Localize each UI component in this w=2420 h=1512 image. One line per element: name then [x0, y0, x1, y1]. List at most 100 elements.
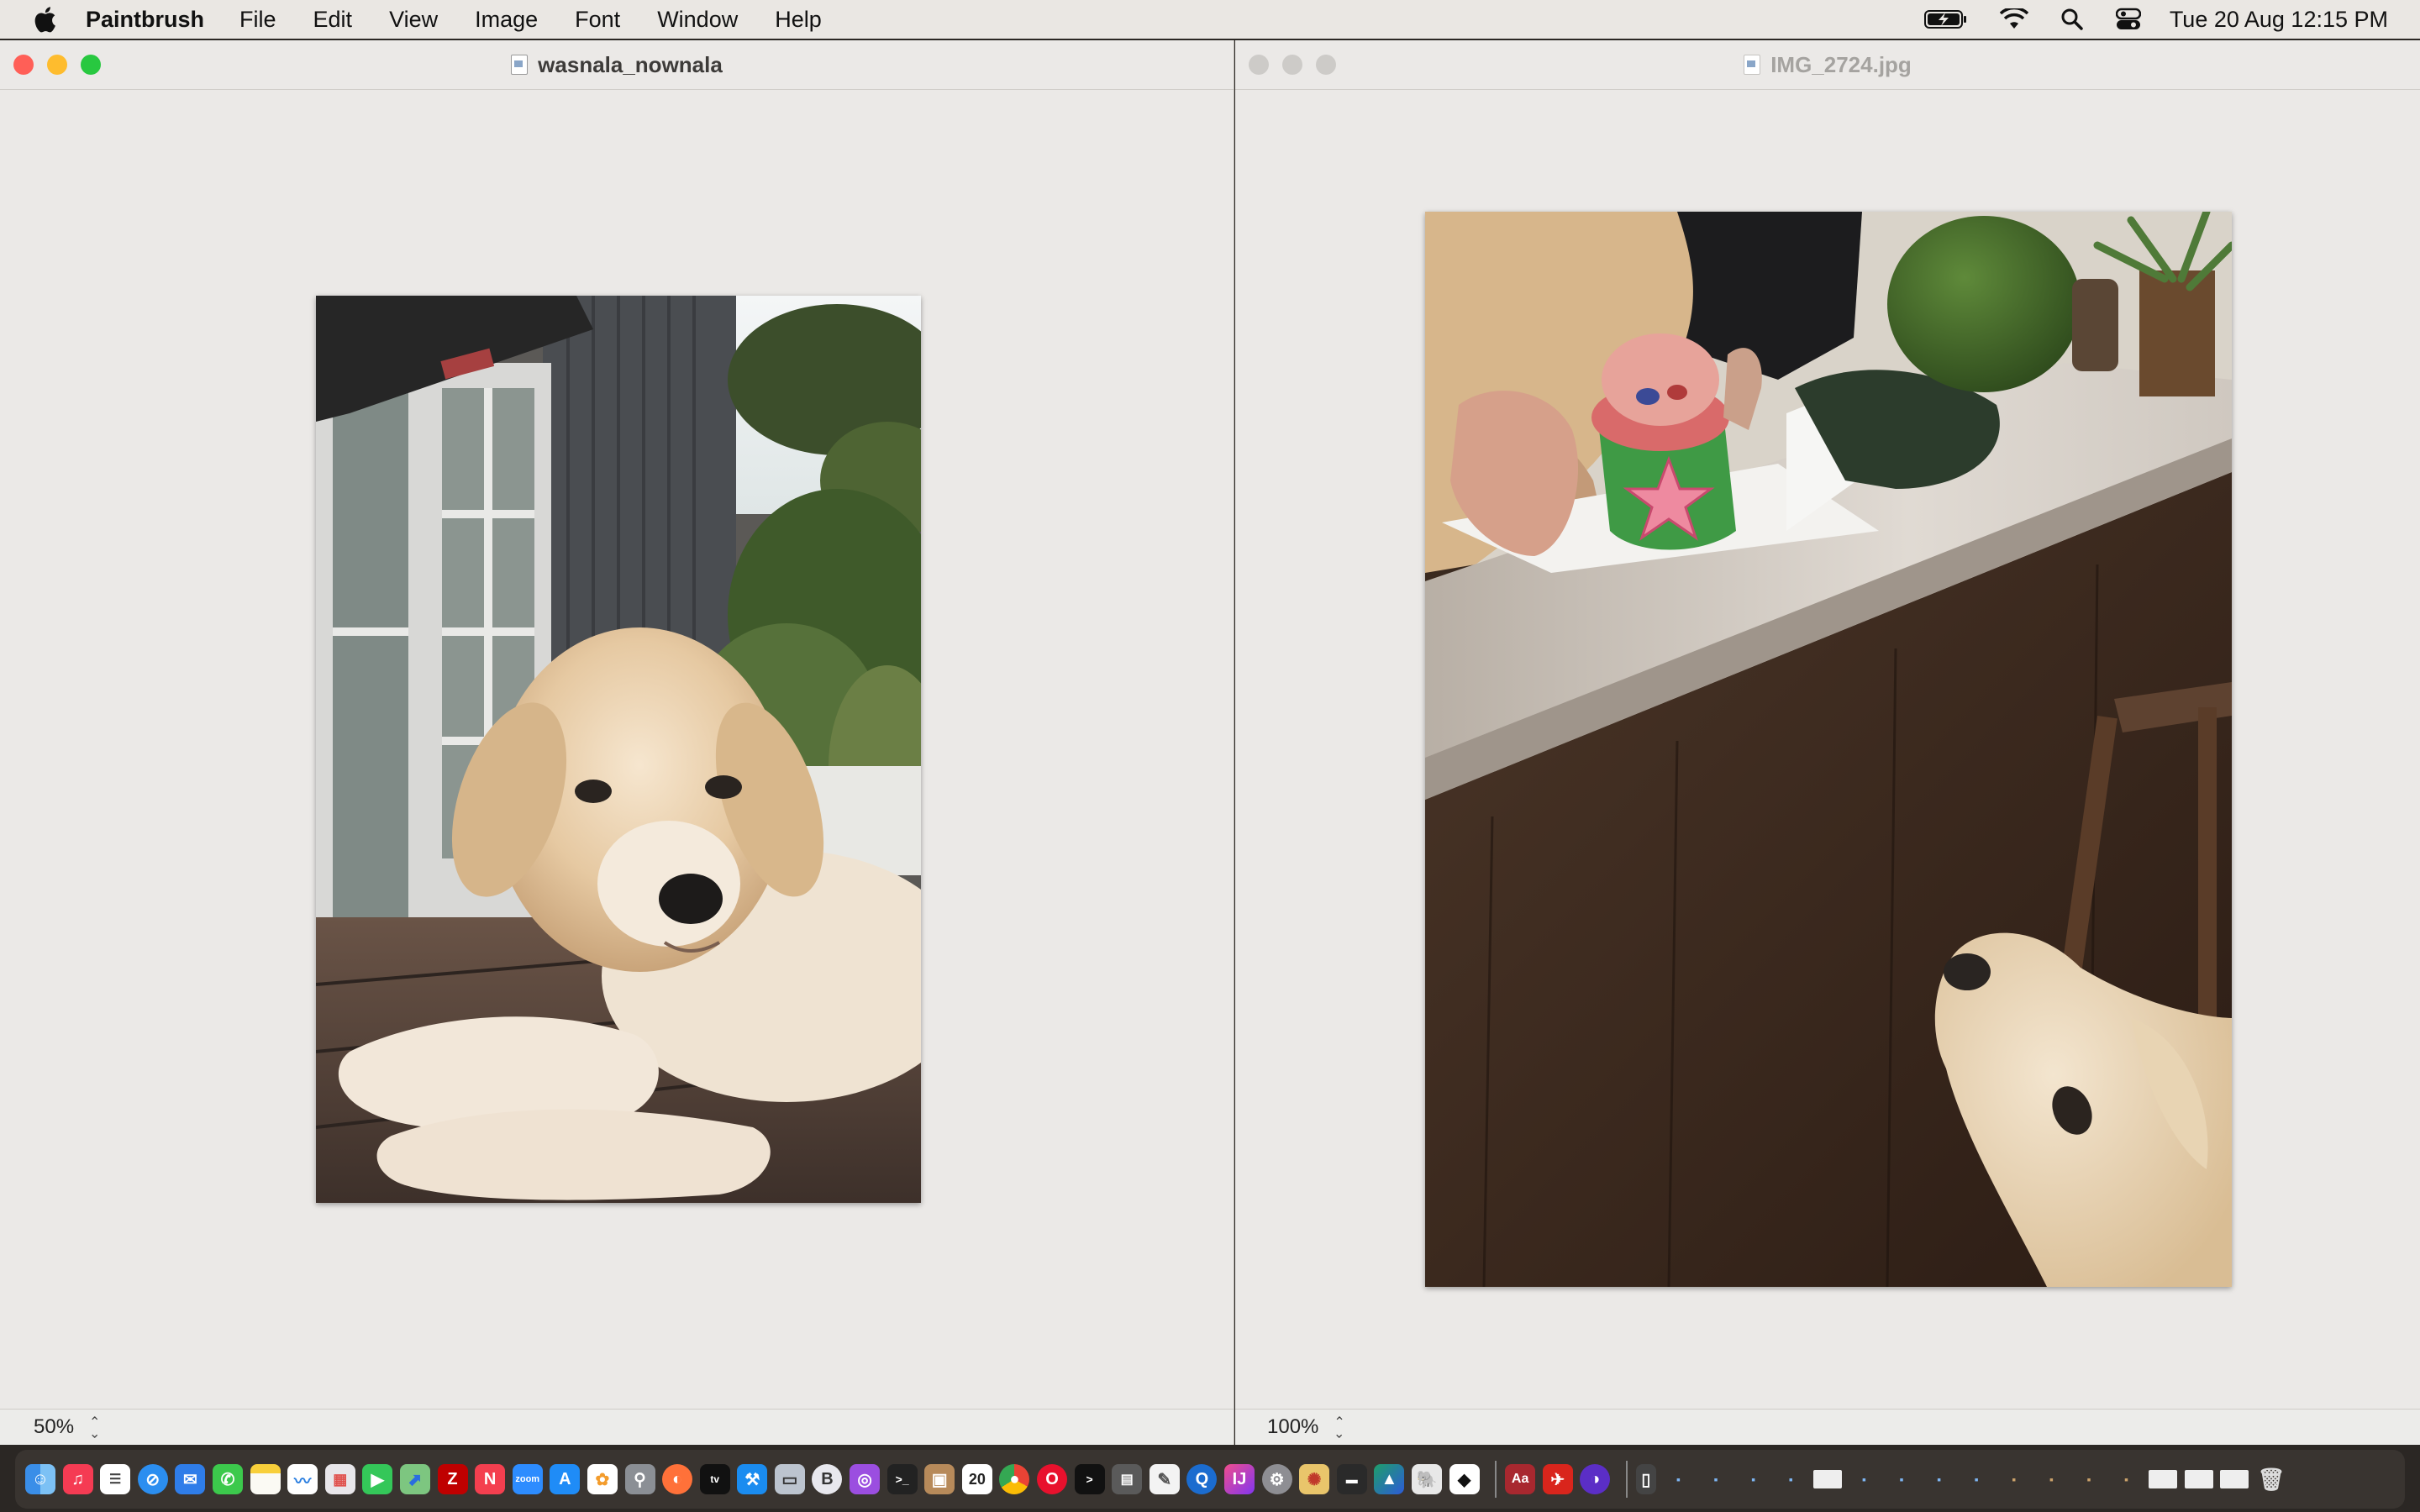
system-settings-icon[interactable]: ⚙ [1261, 1464, 1292, 1494]
minimized-window-icon[interactable]: ▪ [2036, 1464, 2066, 1494]
filezilla-icon[interactable]: Z [437, 1464, 468, 1494]
minimized-window-icon[interactable]: ▪ [1776, 1464, 1806, 1494]
maps-icon[interactable]: ⬈ [399, 1464, 430, 1494]
photos-icon[interactable]: ✿ [587, 1464, 618, 1494]
golden-retriever-puppy-photo[interactable] [316, 296, 921, 1203]
zoom-button[interactable] [81, 55, 101, 75]
notes-icon[interactable] [250, 1464, 281, 1494]
menu-edit[interactable]: Edit [313, 7, 353, 33]
inkscape-icon[interactable]: ◆ [1449, 1464, 1480, 1494]
minimized-window-icon[interactable]: ▪ [1739, 1464, 1769, 1494]
minimize-button[interactable] [1282, 55, 1302, 75]
menu-app-name[interactable]: Paintbrush [86, 7, 204, 33]
menu-image[interactable]: Image [475, 7, 538, 33]
minimize-button[interactable] [47, 55, 67, 75]
window-controls [13, 55, 101, 75]
news-icon[interactable]: N [475, 1464, 506, 1494]
zoom-button[interactable] [1316, 55, 1336, 75]
dictionary-icon[interactable]: Aa [1505, 1464, 1536, 1494]
menubar-clock[interactable]: Tue 20 Aug 12:15 PM [2170, 7, 2388, 33]
control-center-icon[interactable] [2115, 8, 2141, 31]
status-bar: 50% ⌃ ⌃ [0, 1409, 1234, 1445]
xcode-icon[interactable]: ⚒ [737, 1464, 768, 1494]
document-icon [1744, 55, 1761, 75]
image-canvas[interactable] [1235, 90, 2420, 1410]
stepper-icon: ⌃ ⌃ [1334, 1415, 1345, 1440]
app-store-icon[interactable]: A [550, 1464, 581, 1494]
menu-view[interactable]: View [389, 7, 438, 33]
mail-icon[interactable]: ✉ [175, 1464, 206, 1494]
zoom-value: 100% [1267, 1415, 1319, 1438]
window-title: wasnala_nownala [538, 51, 723, 77]
menu-font[interactable]: Font [575, 7, 620, 33]
close-button[interactable] [13, 55, 34, 75]
battery-charging-icon[interactable] [1923, 9, 1968, 29]
reminders-icon[interactable]: ☰ [100, 1464, 131, 1494]
bbedit-icon[interactable]: B [812, 1464, 843, 1494]
finder-icon[interactable]: ☺ [25, 1464, 55, 1494]
image-capture-icon[interactable]: ▭ [774, 1464, 805, 1494]
affinity-icon[interactable]: ▲ [1374, 1464, 1405, 1494]
messages-icon[interactable]: ✆ [212, 1464, 243, 1494]
spotlight-search-icon[interactable] [2060, 8, 2084, 31]
window-titlebar[interactable]: wasnala_nownala [0, 40, 1234, 90]
window-controls [1249, 55, 1336, 75]
zoom-icon[interactable]: zoom [512, 1464, 543, 1494]
wifi-icon[interactable] [1999, 8, 2028, 30]
menu-help[interactable]: Help [775, 7, 822, 33]
minimized-window-icon[interactable] [2184, 1470, 2213, 1488]
paintbrush-icon[interactable]: ✺ [1299, 1464, 1330, 1494]
freeform-icon[interactable]: 〰 [287, 1464, 318, 1494]
firefox-icon[interactable]: ◐ [662, 1464, 693, 1494]
minimized-window-icon[interactable] [2220, 1470, 2249, 1488]
menu-file[interactable]: File [239, 7, 276, 33]
calendar-icon[interactable]: 20 [961, 1464, 992, 1494]
minimized-window-icon[interactable] [2149, 1470, 2178, 1488]
zoom-selector[interactable]: 100% ⌃ ⌃ [1267, 1415, 1345, 1439]
minimized-window-icon[interactable]: ▪ [2112, 1464, 2142, 1494]
minimized-window-icon[interactable] [1812, 1470, 1842, 1488]
opera-icon[interactable]: O [1037, 1464, 1068, 1494]
trash-icon[interactable]: 🗑 [2256, 1464, 2286, 1494]
intellij-icon[interactable]: IJ [1224, 1464, 1255, 1494]
minimized-window-icon[interactable]: ▪ [1701, 1464, 1731, 1494]
launchpad-icon[interactable]: ▦ [324, 1464, 355, 1494]
minimized-window-icon[interactable]: ▪ [1961, 1464, 1991, 1494]
document-icon [511, 55, 529, 75]
window-titlebar[interactable]: IMG_2724.jpg [1235, 40, 2420, 90]
quicktime-icon[interactable]: Q [1186, 1464, 1218, 1494]
terminal-dark-icon[interactable]: > [1074, 1464, 1105, 1494]
apple-menu-icon[interactable] [32, 5, 57, 34]
zoom-selector[interactable]: 50% ⌃ ⌃ [34, 1415, 100, 1439]
status-bar: 100% ⌃ ⌃ [1235, 1409, 2420, 1445]
minimized-window-icon[interactable]: ▪ [1664, 1464, 1694, 1494]
music-icon[interactable]: ♫ [62, 1464, 93, 1494]
close-button[interactable] [1249, 55, 1269, 75]
podcasts-icon[interactable]: ◎ [850, 1464, 881, 1494]
textedit-icon[interactable]: ✎ [1149, 1464, 1180, 1494]
minimized-window-icon[interactable]: ▪ [1924, 1464, 1954, 1494]
firefox-nightly-icon[interactable]: ◑ [1580, 1464, 1611, 1494]
terminal-icon[interactable]: >_ [886, 1464, 918, 1494]
chrome-icon[interactable]: ● [999, 1464, 1030, 1494]
kitchen-counter-cake-dog-photo[interactable] [1425, 212, 2232, 1287]
minimized-window-icon[interactable]: ▪ [1849, 1464, 1880, 1494]
minimized-window-icon[interactable]: ▪ [1886, 1464, 1917, 1494]
safari-icon[interactable]: ⊘ [137, 1464, 168, 1494]
dock: ☺ ♫ ☰ ⊘ ✉ ✆ 〰 ▦ ▶ ⬈ Z N zoom A ✿ ⚲ ◐ tv … [15, 1450, 2405, 1509]
facetime-icon[interactable]: ▶ [362, 1464, 393, 1494]
minimized-window-icon[interactable]: ▪ [2074, 1464, 2104, 1494]
mastodon-icon[interactable]: 🐘 [1411, 1464, 1442, 1494]
image-canvas[interactable] [0, 90, 1234, 1410]
minimized-window-icon[interactable]: ▪ [1999, 1464, 2029, 1494]
apple-tv-icon[interactable]: tv [699, 1464, 730, 1494]
console-icon[interactable]: ▬ [1336, 1464, 1367, 1494]
preview-icon[interactable]: ⚲ [624, 1464, 655, 1494]
contacts-icon[interactable]: ▣ [924, 1464, 955, 1494]
calculator-icon[interactable]: ▤ [1112, 1464, 1143, 1494]
acrobat-icon[interactable]: ✈ [1542, 1464, 1573, 1494]
iphone-mirroring-icon[interactable]: ▯ [1635, 1464, 1656, 1494]
menu-bar: Paintbrush File Edit View Image Font Win… [0, 0, 2420, 39]
menu-window[interactable]: Window [657, 7, 738, 33]
dock-separator [1625, 1461, 1628, 1498]
